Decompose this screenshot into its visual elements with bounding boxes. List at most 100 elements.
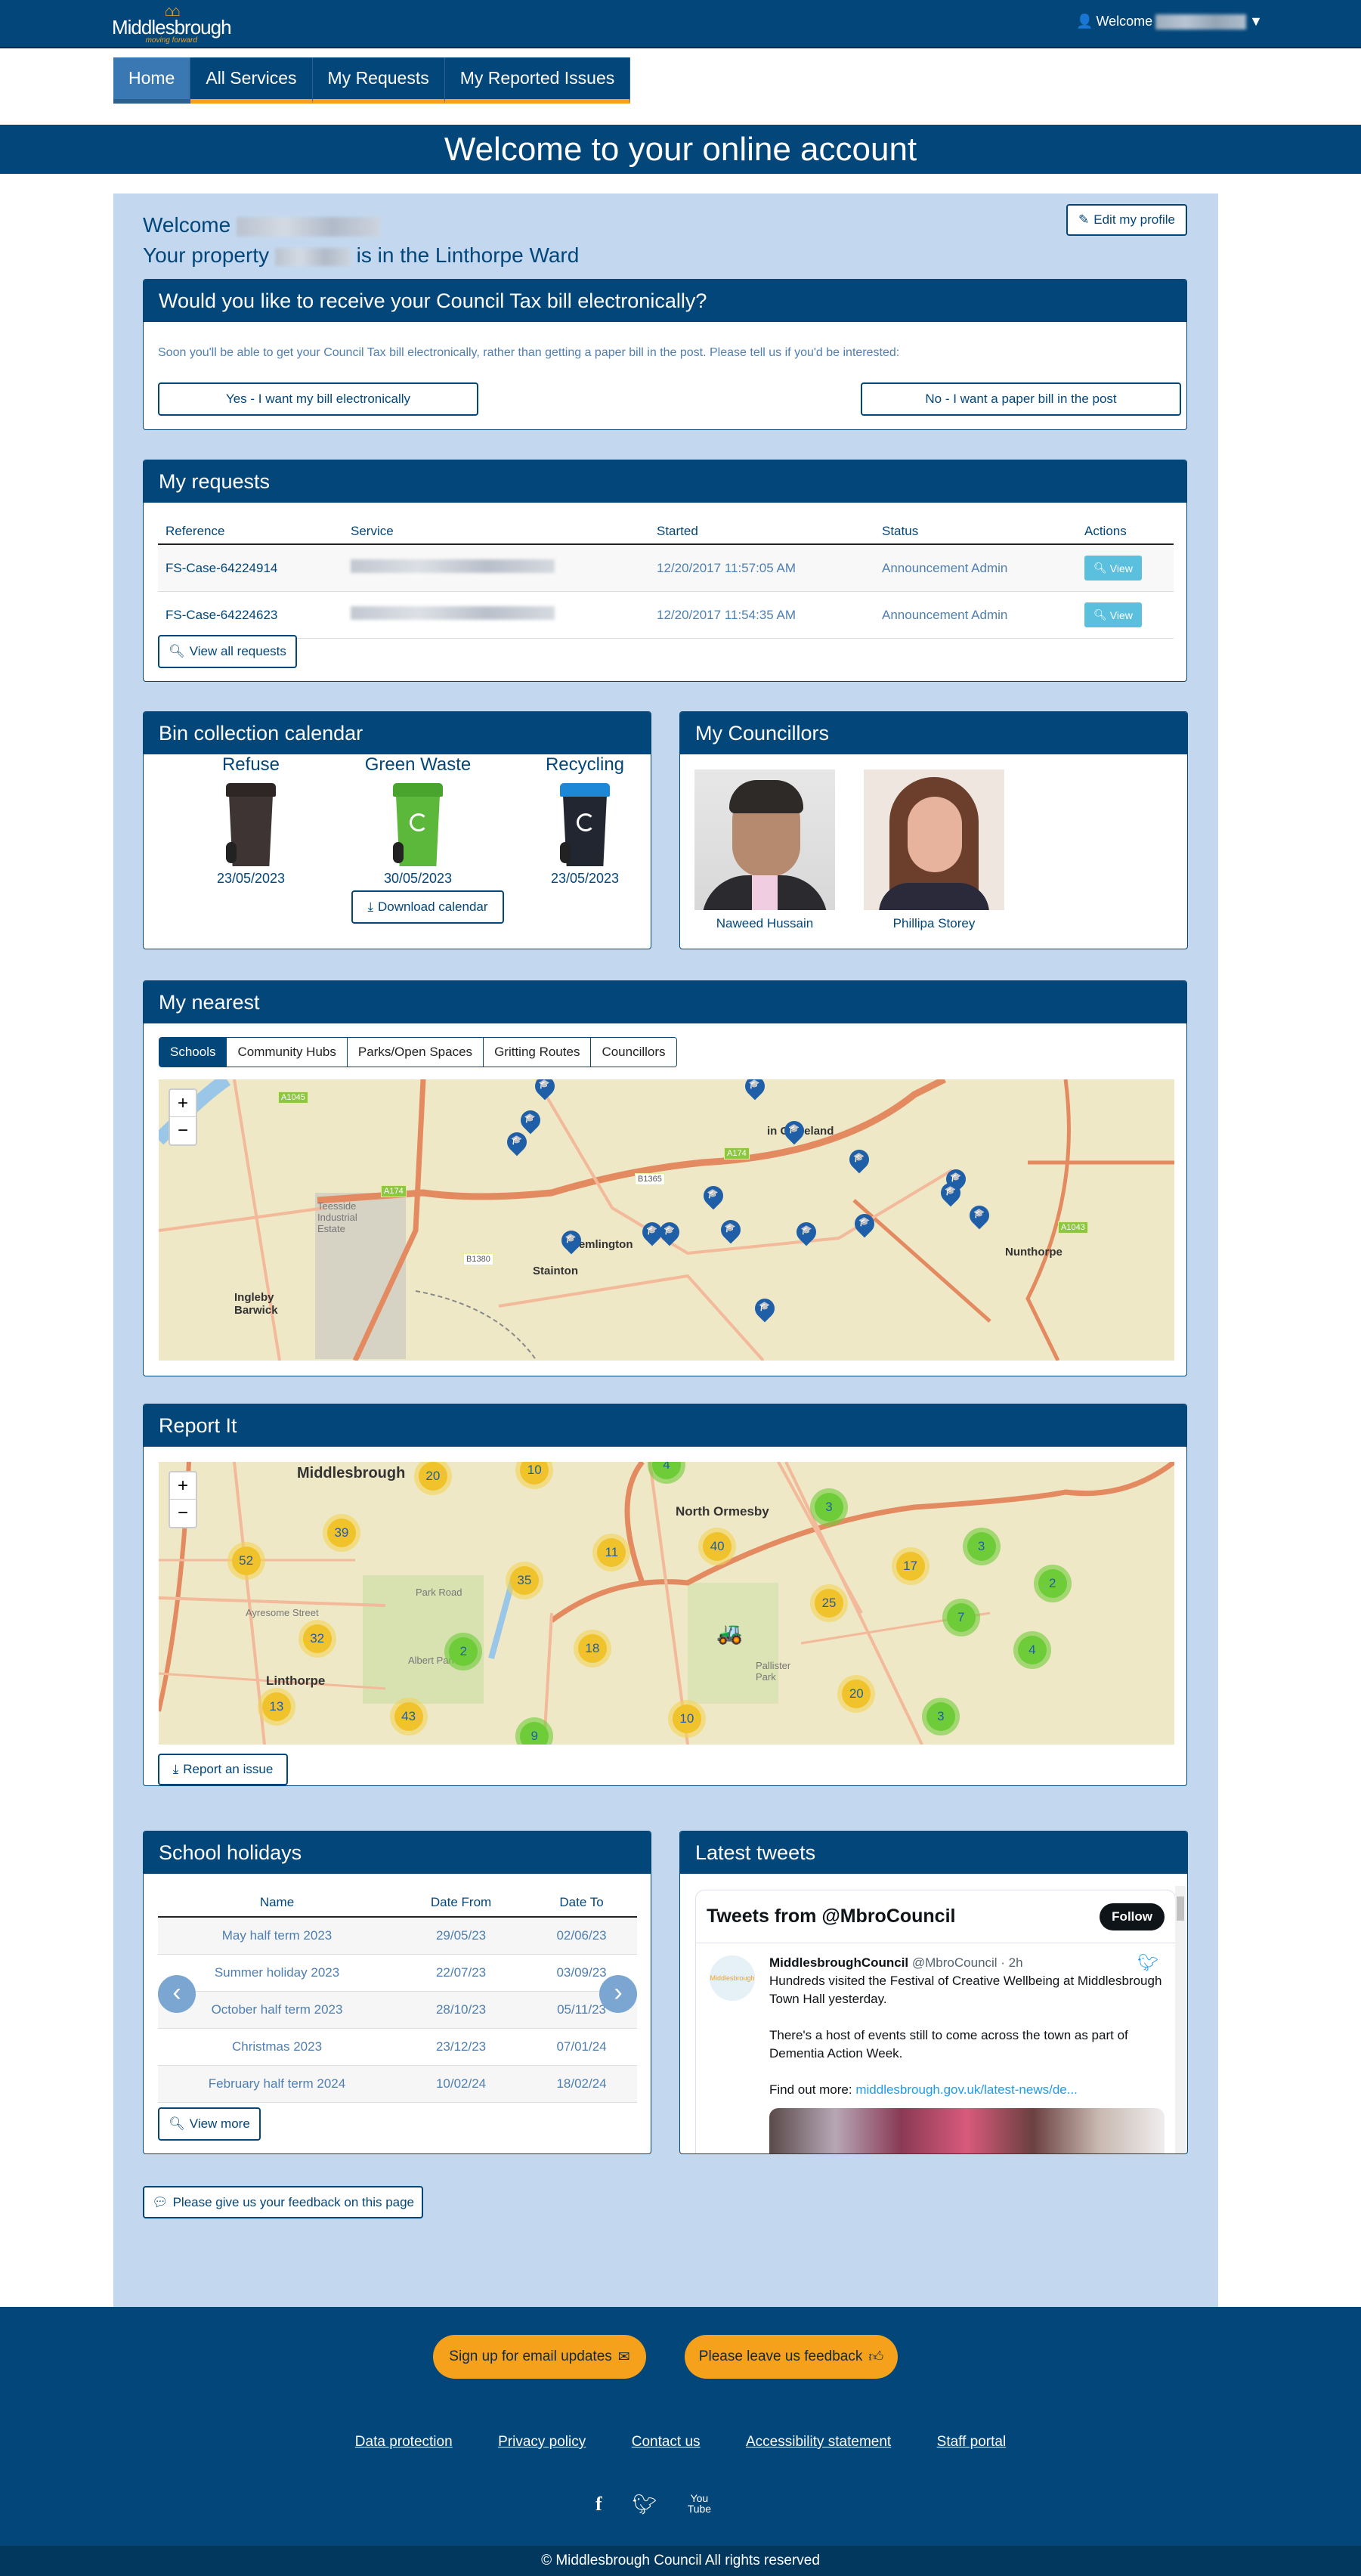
follow-button[interactable]: Follow xyxy=(1100,1903,1165,1930)
tweet-image[interactable] xyxy=(769,2108,1165,2153)
digger-icon: 🚜 xyxy=(716,1621,743,1645)
user-menu[interactable]: 👤 Welcome ▼ xyxy=(1076,14,1263,29)
link-contact-us[interactable]: Contact us xyxy=(632,2434,701,2450)
issue-cluster-marker[interactable]: 39 xyxy=(322,1513,360,1552)
tweets-scrollbar[interactable] xyxy=(1175,1886,1186,2153)
view-request-button[interactable]: 🔍︎ View xyxy=(1084,602,1142,627)
issue-cluster-marker[interactable]: 43 xyxy=(389,1697,428,1735)
tweet-handle: @MbroCouncil · 2h xyxy=(911,1955,1023,1970)
school-marker-icon[interactable] xyxy=(941,1183,960,1212)
nav-my-requests[interactable]: My Requests xyxy=(312,57,445,104)
view-more-button[interactable]: 🔍︎ View more xyxy=(158,2107,261,2141)
page-feedback-button[interactable]: 💬︎ Please give us your feedback on this p… xyxy=(143,2186,423,2218)
school-marker-icon[interactable] xyxy=(507,1132,527,1161)
view-all-requests-button[interactable]: 🔍︎ View all requests xyxy=(158,635,297,668)
nav-my-reported-issues[interactable]: My Reported Issues xyxy=(444,57,631,104)
tab-councillors[interactable]: Councillors xyxy=(591,1038,676,1067)
table-row: Christmas 2023 23/12/23 07/01/24 xyxy=(158,2028,637,2066)
issue-cluster-marker[interactable]: 52 xyxy=(227,1541,265,1580)
footer: Sign up for email updates ✉ Please leave … xyxy=(0,2307,1361,2546)
issue-cluster-marker[interactable]: 11 xyxy=(592,1533,631,1571)
cluster-count: 2 xyxy=(1038,1568,1067,1598)
col-started: Started xyxy=(649,519,874,545)
nav-all-services[interactable]: All Services xyxy=(190,57,313,104)
issue-cluster-marker[interactable]: 32 xyxy=(298,1620,336,1658)
twitter-timeline[interactable]: Tweets from @MbroCouncil Follow Middlesbr… xyxy=(695,1890,1176,2153)
issue-cluster-marker[interactable]: 17 xyxy=(891,1547,930,1586)
zoom-out-button[interactable]: − xyxy=(170,1117,196,1144)
issue-cluster-marker[interactable]: 25 xyxy=(810,1584,849,1622)
previous-arrow-icon[interactable]: ‹ xyxy=(158,1975,196,2013)
facebook-icon[interactable]: f xyxy=(595,2493,602,2516)
next-arrow-icon[interactable]: › xyxy=(599,1975,637,2013)
zoom-in-button[interactable]: + xyxy=(170,1090,196,1117)
dashboard: Welcome Your property is in the Linthorp… xyxy=(113,194,1218,2307)
report-map[interactable]: + − Middlesbrough North Ormesby Linthorpe… xyxy=(159,1462,1174,1745)
issue-cluster-marker[interactable]: 10 xyxy=(667,1700,706,1738)
top-bar: ⌂⌂ Middlesbrough moving forward 👤 Welcom… xyxy=(0,0,1361,48)
bin-label: Green Waste xyxy=(364,754,472,775)
school-marker-icon[interactable] xyxy=(784,1121,804,1150)
table-row: May half term 2023 29/05/23 02/06/23 xyxy=(158,1917,637,1955)
issue-cluster-marker[interactable]: 2 xyxy=(444,1632,483,1670)
tab-schools[interactable]: Schools xyxy=(159,1038,227,1067)
issue-cluster-marker[interactable]: 3 xyxy=(810,1488,849,1526)
issue-cluster-marker[interactable]: 20 xyxy=(837,1674,876,1713)
issue-cluster-marker[interactable]: 35 xyxy=(505,1562,543,1600)
middlesbrough-logo[interactable]: ⌂⌂ Middlesbrough moving forward xyxy=(112,4,232,45)
yes-electronic-bill-button[interactable]: Yes - I want my bill electronically xyxy=(158,382,478,416)
comment-icon: 💬︎ xyxy=(151,2194,169,2209)
view-request-button[interactable]: 🔍︎ View xyxy=(1084,556,1142,581)
twitter-icon[interactable]: 🐦︎ xyxy=(633,2493,657,2516)
school-marker-icon[interactable] xyxy=(855,1214,874,1243)
councillor-card[interactable]: Naweed Hussain xyxy=(694,769,835,931)
report-issue-button[interactable]: ⤓ Report an issue xyxy=(158,1754,288,1785)
issue-cluster-marker[interactable]: 18 xyxy=(573,1629,611,1667)
zoom-out-button[interactable]: − xyxy=(170,1500,196,1527)
issue-cluster-marker[interactable]: 3 xyxy=(921,1697,960,1735)
tweet-link[interactable]: middlesbrough.gov.uk/latest-news/de... xyxy=(855,2082,1078,2097)
school-marker-icon[interactable] xyxy=(796,1222,816,1251)
tweet[interactable]: Middlesbrough 🐦︎ MiddlesbroughCouncil @M… xyxy=(696,1943,1175,2153)
map-zoom-control: + − xyxy=(169,1471,197,1528)
link-staff-portal[interactable]: Staff portal xyxy=(937,2434,1007,2450)
tab-gritting-routes[interactable]: Gritting Routes xyxy=(484,1038,592,1067)
link-privacy-policy[interactable]: Privacy policy xyxy=(498,2434,586,2450)
issue-cluster-marker[interactable]: 3 xyxy=(962,1528,1001,1566)
issue-cluster-marker[interactable]: 2 xyxy=(1033,1564,1072,1602)
school-marker-icon[interactable] xyxy=(755,1299,775,1327)
tab-community-hubs[interactable]: Community Hubs xyxy=(227,1038,348,1067)
edit-profile-button[interactable]: ✎ Edit my profile xyxy=(1066,204,1187,236)
nearest-map[interactable]: + − Teesside Industrial Estate Hemlington… xyxy=(159,1079,1174,1361)
school-marker-icon[interactable] xyxy=(745,1079,765,1105)
school-marker-icon[interactable] xyxy=(704,1186,723,1215)
issue-cluster-marker[interactable]: 4 xyxy=(1013,1630,1051,1669)
leave-feedback-button[interactable]: Please leave us feedback 👍︎ xyxy=(685,2335,898,2379)
councillor-card[interactable]: Phillipa Storey xyxy=(864,769,1004,931)
school-marker-icon[interactable] xyxy=(660,1222,679,1251)
date-to: 18/02/24 xyxy=(526,2065,637,2103)
map-label: Linthorpe xyxy=(266,1673,326,1688)
download-calendar-button[interactable]: ⤓ Download calendar xyxy=(351,890,504,924)
nav-home[interactable]: Home xyxy=(113,57,191,104)
zoom-in-button[interactable]: + xyxy=(170,1472,196,1500)
school-marker-icon[interactable] xyxy=(561,1231,581,1259)
welcome-block: Welcome Your property is in the Linthorp… xyxy=(143,210,579,271)
link-accessibility-statement[interactable]: Accessibility statement xyxy=(746,2434,891,2450)
map-label: Ayresome Street xyxy=(246,1607,319,1618)
map-label: Teesside Industrial Estate xyxy=(317,1200,357,1234)
school-marker-icon[interactable] xyxy=(970,1206,989,1234)
school-marker-icon[interactable] xyxy=(721,1220,741,1249)
school-marker-icon[interactable] xyxy=(535,1079,555,1105)
panel-title: My nearest xyxy=(144,981,1186,1023)
issue-cluster-marker[interactable]: 7 xyxy=(942,1598,980,1636)
email-updates-button[interactable]: Sign up for email updates ✉ xyxy=(433,2335,646,2379)
issue-cluster-marker[interactable]: 13 xyxy=(257,1688,295,1726)
link-data-protection[interactable]: Data protection xyxy=(355,2434,453,2450)
school-marker-icon[interactable] xyxy=(849,1150,869,1178)
road-sign: B1380 xyxy=(463,1253,493,1265)
tab-parks-open-spaces[interactable]: Parks/Open Spaces xyxy=(347,1038,484,1067)
youtube-icon[interactable]: You Tube xyxy=(688,2493,711,2516)
bin-label: Refuse xyxy=(221,754,280,775)
no-paper-bill-button[interactable]: No - I want a paper bill in the post xyxy=(861,382,1181,416)
